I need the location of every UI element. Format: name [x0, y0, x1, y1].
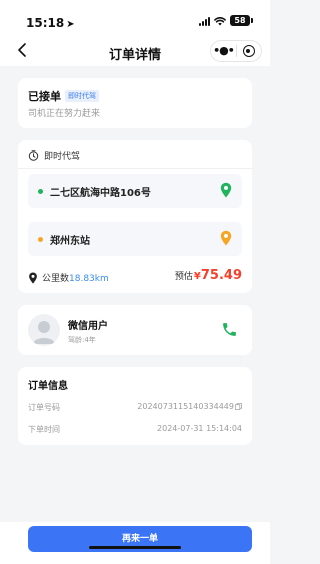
- location-arrow-icon: ➤: [66, 19, 75, 30]
- start-address: 二七区航海中路106号: [50, 188, 151, 199]
- copy-icon[interactable]: [235, 403, 242, 410]
- end-address: 郑州东站: [50, 236, 90, 247]
- nav-bar: 订单详情 •●•: [0, 40, 270, 66]
- service-type-badge: 即时代驾: [65, 90, 99, 102]
- distance: 公里数18.83km: [28, 271, 109, 284]
- distance-label: 公里数: [42, 274, 70, 284]
- home-indicator: [89, 546, 181, 549]
- phone-call-icon[interactable]: [221, 321, 238, 338]
- distance-value: 18.83km: [69, 274, 109, 284]
- order-info-card: 订单信息 订单号码 2024073115140334449 下单时间 2024-…: [18, 367, 252, 445]
- end-dot-icon: [38, 237, 43, 242]
- start-dot-icon: [38, 189, 43, 194]
- driver-name: 微信用户: [68, 321, 108, 332]
- target-close-icon: [242, 45, 255, 57]
- price-currency: ¥: [193, 271, 201, 282]
- mini-program-capsule: •●•: [210, 40, 262, 62]
- signal-icon: [199, 16, 210, 26]
- divider: [18, 168, 252, 169]
- order-number-value: 2024073115140334449: [137, 402, 234, 411]
- driver-card: 微信用户 驾龄:4年: [18, 305, 252, 355]
- order-number-row: 订单号码 2024073115140334449: [28, 402, 242, 413]
- clock-time: 15:18: [26, 16, 65, 30]
- order-status-title: 已接单: [28, 90, 61, 103]
- trip-header: 即时代驾: [28, 149, 80, 162]
- trip-summary: 公里数18.83km 预估 ¥ 75.49: [28, 268, 242, 286]
- timer-icon: [28, 150, 39, 161]
- end-address-row[interactable]: 郑州东站: [28, 222, 242, 256]
- status-bar: 15:18 ➤ 58: [0, 0, 270, 40]
- start-address-row[interactable]: 二七区航海中路106号: [28, 174, 242, 208]
- order-time-value: 2024-07-31 15:14:04: [157, 424, 242, 433]
- avatar: [28, 314, 60, 346]
- default-user-icon: [33, 321, 55, 344]
- more-dots-icon[interactable]: •●•: [211, 41, 236, 61]
- order-status-subtitle: 司机正在努力赶来: [28, 109, 101, 119]
- order-time-row: 下单时间 2024-07-31 15:14:04: [28, 424, 242, 435]
- status-icons: 58: [199, 15, 253, 26]
- wifi-icon: [214, 16, 226, 25]
- driver-experience: 驾龄:4年: [68, 336, 96, 344]
- trip-card: 即时代驾 二七区航海中路106号 郑州东站 公里数18.83km 预估 ¥ 75…: [18, 140, 252, 293]
- order-number-label: 订单号码: [28, 403, 60, 412]
- trip-type-label: 即时代驾: [44, 152, 81, 162]
- end-location-pin-icon: [220, 230, 232, 246]
- price-amount: 75.49: [200, 268, 242, 283]
- map-pin-icon: [29, 272, 37, 284]
- start-location-pin-icon: [220, 182, 232, 198]
- battery-icon: 58: [230, 15, 253, 26]
- price-label: 预估: [174, 272, 193, 282]
- order-status-card: 已接单 即时代驾 司机正在努力赶来: [18, 78, 252, 128]
- order-time-label: 下单时间: [28, 425, 60, 434]
- capsule-close-button[interactable]: [237, 45, 261, 57]
- status-time: 15:18 ➤: [26, 16, 75, 30]
- order-info-title: 订单信息: [28, 381, 68, 392]
- estimated-price: 预估 ¥ 75.49: [175, 268, 242, 283]
- status-line: 已接单 即时代驾: [28, 88, 99, 104]
